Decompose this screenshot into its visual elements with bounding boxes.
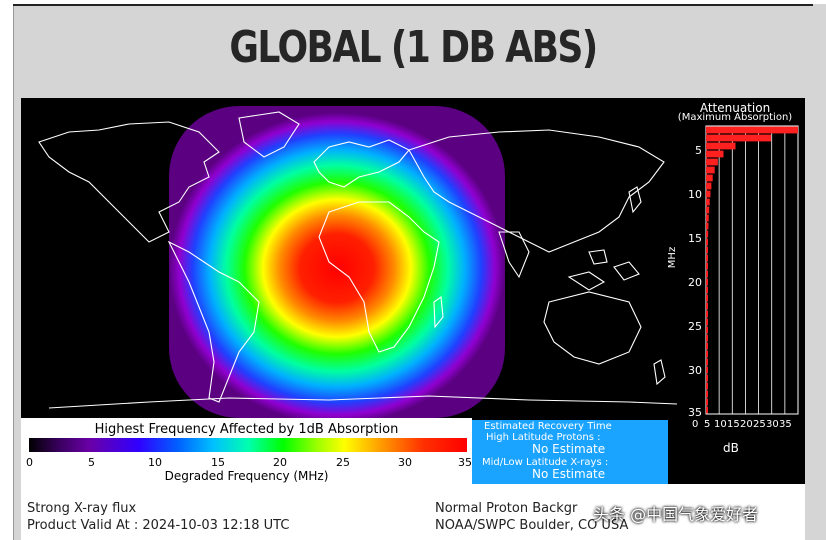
x-tick-35: 35 (779, 419, 792, 430)
attenuation-bar (706, 350, 708, 358)
colorbar-axis-label: Degraded Frequency (MHz) (164, 469, 329, 483)
absorption-map (29, 102, 677, 418)
attenuation-bar (706, 214, 709, 222)
attenuation-bar (706, 286, 708, 294)
colorbar-tick-5: 5 (88, 456, 95, 469)
plot-frame (705, 125, 799, 415)
attenuation-bar (706, 222, 709, 230)
recovery-high-value: No Estimate (532, 442, 606, 456)
attenuation-bar (706, 158, 718, 166)
x-tick-5: 5 (704, 419, 711, 430)
frequency-colorbar (29, 438, 467, 452)
attenuation-bar (706, 374, 708, 382)
attenuation-bar (706, 190, 711, 198)
attenuation-bar (706, 406, 708, 414)
attenuation-bar (706, 366, 708, 374)
watermark: 头条 @中国气象爱好者 (593, 505, 759, 524)
attenuation-bar (706, 382, 708, 390)
recovery-box: Estimated Recovery Time High Latitude Pr… (472, 420, 668, 484)
absorption-region (169, 106, 505, 418)
x-tick-25: 25 (753, 419, 766, 430)
attenuation-bar (706, 326, 708, 334)
legend-title: Highest Frequency Affected by 1dB Absorp… (94, 422, 399, 437)
product-valid-time: Product Valid At : 2024-10-03 12:18 UTC (27, 518, 290, 533)
attenuation-bar (706, 134, 772, 142)
attenuation-bar (706, 270, 708, 278)
frame-left-border (0, 0, 14, 540)
attenuation-bar (706, 246, 708, 254)
attenuation-bar (706, 174, 713, 182)
attenuation-bar (706, 230, 709, 238)
drap-panel: Attenuation (Maximum Absorption) MHz 5 1… (21, 98, 805, 540)
x-tick-10: 10 (714, 419, 727, 430)
attenuation-bar (706, 294, 708, 302)
attenuation-bar (706, 318, 708, 326)
attenuation-bar (706, 238, 708, 246)
recovery-title: Estimated Recovery Time (484, 421, 612, 432)
top-rule (13, 4, 813, 6)
attenuation-bar (706, 206, 710, 214)
attenuation-bar (706, 398, 708, 406)
attenuation-bar (706, 166, 715, 174)
attenuation-bar (706, 182, 712, 190)
colorbar-tick-15: 15 (211, 456, 225, 469)
attenuation-bar (706, 390, 708, 398)
x-tick-15: 15 (727, 419, 740, 430)
attenuation-plot (705, 125, 799, 415)
x-tick-30: 30 (766, 419, 779, 430)
attenuation-bar (706, 342, 708, 350)
attenuation-bar (706, 310, 708, 318)
attenuation-chart: Attenuation (Maximum Absorption) MHz 5 1… (667, 102, 802, 420)
x-tick-20: 20 (740, 419, 753, 430)
x-tick-0: 0 (692, 419, 699, 430)
attenuation-bar (706, 358, 708, 366)
attenuation-bar (706, 142, 736, 150)
attenuation-bar (706, 278, 708, 286)
page-title: GLOBAL (1 DB ABS) (229, 22, 598, 73)
colorbar-tick-0: 0 (26, 456, 33, 469)
attenuation-bar (706, 334, 708, 342)
attenuation-x-label: dB (723, 441, 739, 455)
attenuation-bar (706, 262, 708, 270)
recovery-low-value: No Estimate (532, 467, 606, 481)
xray-flux-status: Strong X-ray flux (27, 501, 137, 516)
colorbar-tick-20: 20 (273, 456, 287, 469)
attenuation-bar (706, 302, 708, 310)
colorbar-tick-10: 10 (148, 456, 162, 469)
colorbar-tick-35: 35 (458, 456, 472, 469)
map-graphic (38, 106, 677, 418)
colorbar-tick-30: 30 (398, 456, 412, 469)
proton-status: Normal Proton Backgr (435, 501, 578, 516)
colorbar-tick-25: 25 (336, 456, 350, 469)
attenuation-bar (706, 126, 798, 134)
attenuation-bar (706, 150, 724, 158)
attenuation-bar (706, 254, 708, 262)
attenuation-bar (706, 198, 710, 206)
